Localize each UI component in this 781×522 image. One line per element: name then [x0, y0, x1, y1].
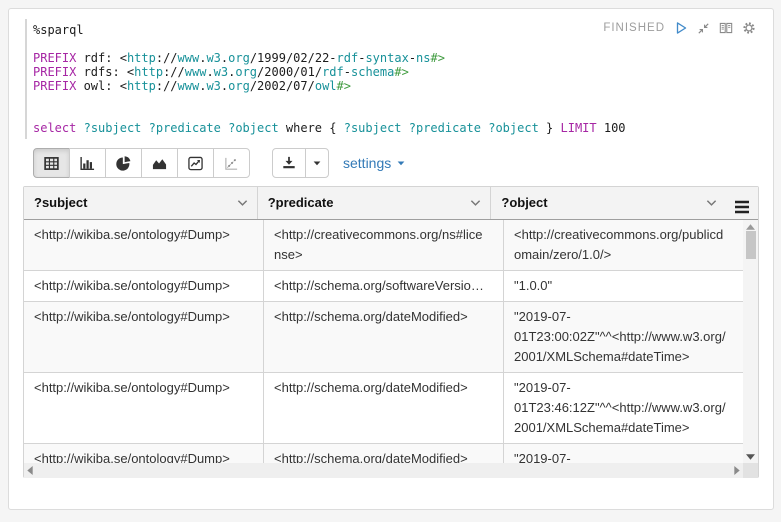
table-cell[interactable]: <http://creativecommons.org/ns#lice nse>	[264, 220, 504, 270]
table-cell[interactable]: <http://wikiba.se/ontology#Dump>	[24, 444, 264, 463]
caret-down-icon	[311, 157, 323, 169]
book-icon	[719, 21, 733, 35]
pie-chart-button[interactable]	[105, 148, 142, 178]
bar-chart-icon	[80, 156, 95, 171]
line-chart-icon	[188, 156, 203, 171]
paragraph-status-bar: FINISHED	[603, 21, 756, 35]
table-cell[interactable]: "1.0.0"	[504, 271, 745, 301]
results-table: ?subject ?predicate ?object <http://wikiba…	[23, 186, 759, 478]
area-chart-icon	[152, 156, 167, 171]
column-header-subject[interactable]: ?subject	[24, 187, 258, 219]
code-lines: %sparql PREFIX rdf: <http://www.w3.org/1…	[33, 23, 663, 135]
table-cell[interactable]: "2019-07- 01T23:00:02Z"^^<http://www.w3.…	[504, 302, 745, 372]
download-button[interactable]	[272, 148, 306, 178]
code-line: PREFIX rdf: <http://www.w3.org/1999/02/2…	[33, 51, 663, 65]
table-cell[interactable]: <http://creativecommons.org/publicd omai…	[504, 220, 745, 270]
table-cell[interactable]: <http://wikiba.se/ontology#Dump>	[24, 220, 264, 270]
table-cell[interactable]: "2019-07-	[504, 444, 745, 463]
run-paragraph-button[interactable]	[674, 21, 688, 35]
scatter-chart-button[interactable]	[213, 148, 250, 178]
column-header-label: ?predicate	[268, 195, 334, 210]
column-menu-chevron-icon[interactable]	[706, 199, 717, 207]
table-cell[interactable]: <http://schema.org/dateModified>	[264, 302, 504, 372]
gear-icon	[742, 21, 756, 35]
table-view-button[interactable]	[33, 148, 70, 178]
table-row: <http://wikiba.se/ontology#Dump><http://…	[24, 373, 758, 444]
status-icons	[674, 21, 756, 35]
table-cell[interactable]: "2019-07- 01T23:46:12Z"^^<http://www.w3.…	[504, 373, 745, 443]
code-line: %sparql	[33, 23, 663, 37]
table-row: <http://wikiba.se/ontology#Dump><http://…	[24, 271, 758, 302]
vertical-scrollbar[interactable]	[743, 220, 758, 463]
column-header-predicate[interactable]: ?predicate	[258, 187, 492, 219]
download-menu-button[interactable]	[305, 148, 329, 178]
column-header-label: ?subject	[34, 195, 87, 210]
horizontal-scrollbar-row	[24, 463, 758, 478]
collapse-output-button[interactable]	[697, 22, 710, 35]
code-line	[33, 93, 663, 107]
code-line: select ?subject ?predicate ?object where…	[33, 121, 663, 135]
code-line: PREFIX owl: <http://www.w3.org/2002/07/o…	[33, 79, 663, 93]
table-cell[interactable]: <http://wikiba.se/ontology#Dump>	[24, 302, 264, 372]
vertical-scrollbar-thumb[interactable]	[746, 231, 756, 259]
settings-toggle[interactable]: settings	[343, 155, 407, 171]
notebook-paragraph: %sparql PREFIX rdf: <http://www.w3.org/1…	[8, 8, 774, 510]
table-body: <http://wikiba.se/ontology#Dump><http://…	[24, 220, 758, 463]
code-line	[33, 37, 663, 51]
table-header-row: ?subject ?predicate ?object	[24, 187, 758, 220]
table-row: <http://wikiba.se/ontology#Dump><http://…	[24, 444, 758, 463]
table-cell[interactable]: <http://schema.org/softwareVersio…	[264, 271, 504, 301]
download-icon	[282, 156, 296, 170]
result-toolbar: settings	[33, 148, 407, 178]
horizontal-scrollbar[interactable]	[24, 463, 743, 478]
download-group	[272, 148, 329, 178]
column-menu-chevron-icon[interactable]	[237, 199, 248, 207]
table-cell[interactable]: <http://wikiba.se/ontology#Dump>	[24, 271, 264, 301]
column-header-label: ?object	[501, 195, 547, 210]
column-menu-chevron-icon[interactable]	[470, 199, 481, 207]
table-row: <http://wikiba.se/ontology#Dump><http://…	[24, 220, 758, 271]
column-header-object[interactable]: ?object	[491, 187, 726, 219]
pie-chart-icon	[116, 156, 131, 171]
table-icon	[44, 156, 59, 171]
scroll-right-arrow-icon[interactable]	[734, 466, 740, 475]
code-line: PREFIX rdfs: <http://www.w3.org/2000/01/…	[33, 65, 663, 79]
play-icon	[674, 21, 688, 35]
compress-icon	[697, 22, 710, 35]
code-line	[33, 107, 663, 121]
table-row: <http://wikiba.se/ontology#Dump><http://…	[24, 302, 758, 373]
scrollbar-corner	[743, 463, 758, 478]
bar-chart-button[interactable]	[69, 148, 106, 178]
caret-down-icon	[395, 157, 407, 169]
show-editor-button[interactable]	[719, 21, 733, 35]
table-cell[interactable]: <http://wikiba.se/ontology#Dump>	[24, 373, 264, 443]
scatter-chart-icon	[224, 156, 239, 171]
grid-menu-icon	[734, 200, 750, 214]
settings-label: settings	[343, 155, 391, 171]
scroll-down-arrow-icon[interactable]	[743, 451, 758, 462]
code-editor[interactable]: %sparql PREFIX rdf: <http://www.w3.org/1…	[25, 19, 663, 139]
status-badge: FINISHED	[603, 22, 665, 34]
scroll-left-arrow-icon[interactable]	[27, 466, 33, 475]
table-cell[interactable]: <http://schema.org/dateModified>	[264, 444, 504, 463]
grid-menu-button[interactable]	[726, 187, 758, 219]
area-chart-button[interactable]	[141, 148, 178, 178]
line-chart-button[interactable]	[177, 148, 214, 178]
paragraph-settings-button[interactable]	[742, 21, 756, 35]
table-cell[interactable]: <http://schema.org/dateModified>	[264, 373, 504, 443]
chart-button-group	[33, 148, 250, 178]
